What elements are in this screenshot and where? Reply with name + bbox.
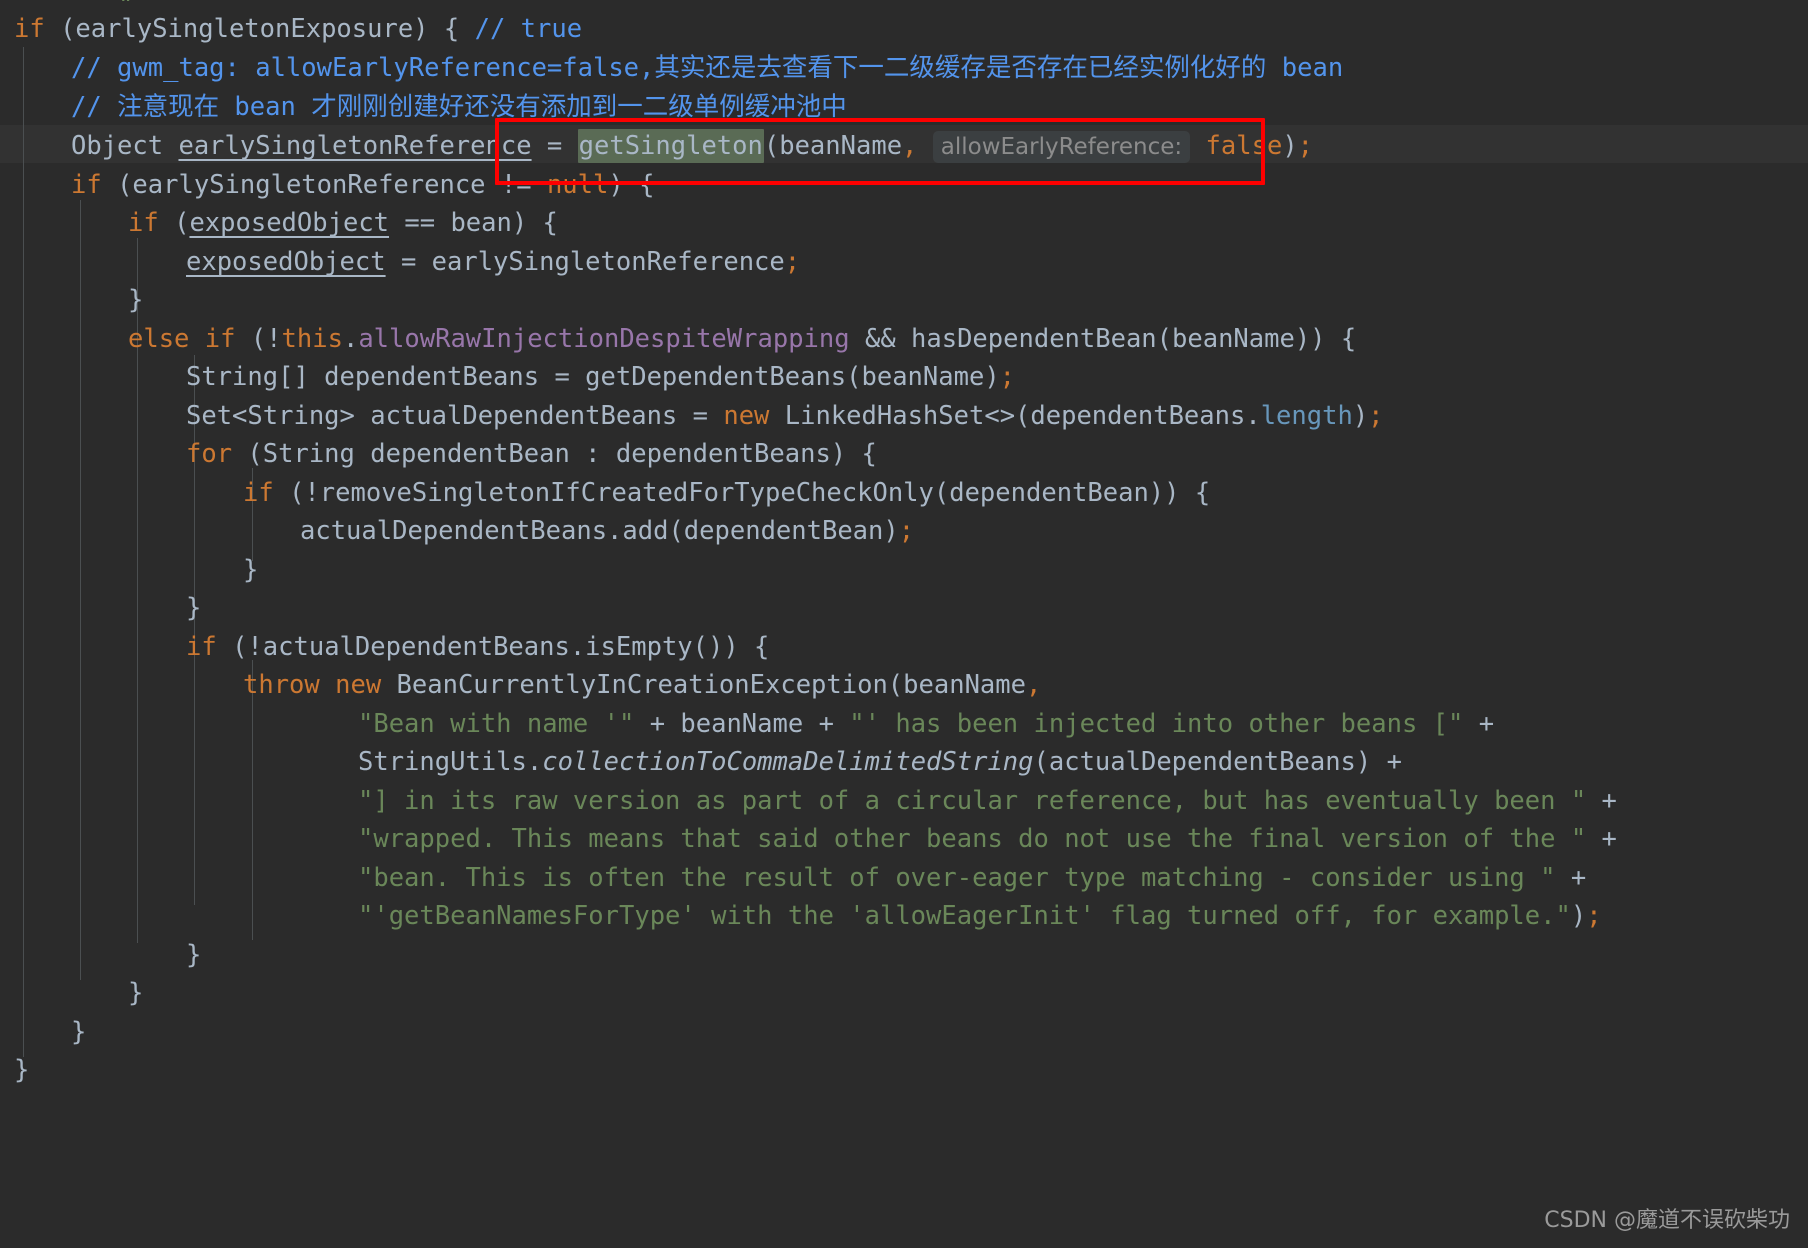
code-line: actualDependentBeans.add(dependentBean); [300,516,915,546]
code-line: for (String dependentBean : dependentBea… [186,439,877,469]
code-line: "'getBeanNamesForType' with the 'allowEa… [358,901,1602,931]
inline-parameter-hint: allowEarlyReference: [932,131,1191,163]
code-line: } [243,555,259,585]
code-line: } [71,1017,87,1047]
code-line: } [128,978,144,1008]
code-line: if (!removeSingletonIfCreatedForTypeChec… [243,478,1211,508]
code-editor[interactable]: " if (earlySingletonExposure) { // true … [0,0,1808,1248]
code-line: // gwm_tag: allowEarlyReference=false,其实… [71,53,1344,83]
code-line: "Bean with name '" + beanName + "' has b… [358,709,1495,739]
code-line: else if (!this.allowRawInjectionDespiteW… [128,324,1357,354]
search-match-getsingleton: getSingleton [577,129,764,163]
code-line: } [14,1055,30,1085]
code-line: if (!actualDependentBeans.isEmpty()) { [186,632,770,662]
code-line: throw new BeanCurrentlyInCreationExcepti… [243,670,1042,700]
code-line-annotated: Object earlySingletonReference = getSing… [71,129,1314,163]
code-content: if (earlySingletonExposure) { // true //… [0,0,1808,1248]
code-line: "] in its raw version as part of a circu… [358,786,1617,816]
code-line: Set<String> actualDependentBeans = new L… [186,401,1384,431]
code-line: "bean. This is often the result of over-… [358,863,1587,893]
code-line: if (earlySingletonExposure) { // true [14,14,583,44]
code-line: StringUtils.collectionToCommaDelimitedSt… [358,747,1402,777]
code-line: "wrapped. This means that said other bea… [358,824,1617,854]
code-line: // 注意现在 bean 才刚刚创建好还没有添加到一二级单例缓冲池中 [71,92,847,122]
code-line: exposedObject = earlySingletonReference; [186,247,801,277]
code-line: } [186,593,202,623]
code-line: if (earlySingletonReference != null) { [71,170,655,200]
code-line: } [186,940,202,970]
code-line: } [128,285,144,315]
code-line: if (exposedObject == bean) { [128,208,558,238]
code-line: String[] dependentBeans = getDependentBe… [186,362,1016,392]
